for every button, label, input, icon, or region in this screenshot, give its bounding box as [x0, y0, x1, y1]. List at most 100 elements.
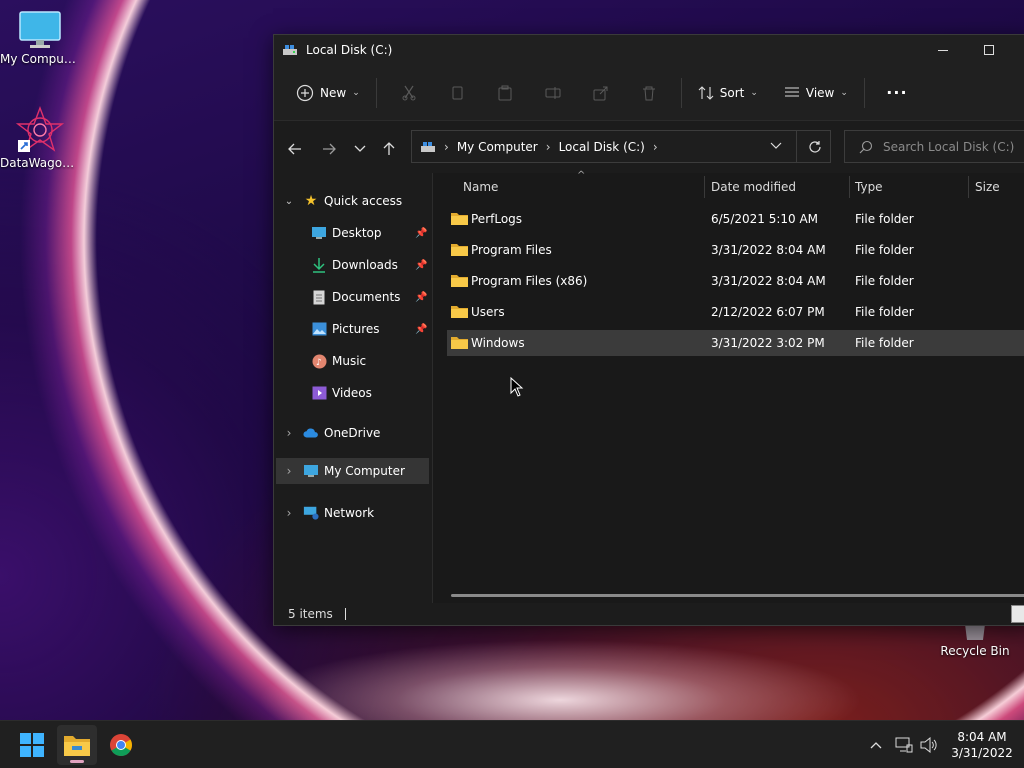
table-row-selected[interactable]: Windows 3/31/2022 3:02 PM File folder [447, 330, 1024, 356]
paste-button[interactable] [481, 75, 529, 111]
sidebar-item-network[interactable]: › Network [274, 500, 430, 526]
command-bar: New ⌄ Sort ⌄ View ⌄ ··· [274, 65, 1024, 121]
rename-icon [545, 86, 561, 99]
sidebar-item-music[interactable]: ♪ Music [274, 348, 430, 374]
delete-button[interactable] [625, 75, 673, 111]
breadcrumb-separator-icon: › [545, 139, 551, 154]
show-hidden-icons-button[interactable] [866, 731, 886, 759]
share-button[interactable] [577, 75, 625, 111]
sidebar-item-documents[interactable]: Documents 📌 [274, 284, 430, 310]
desktop-icon-label: My Computer [0, 52, 80, 66]
cut-button[interactable] [385, 75, 433, 111]
address-bar[interactable]: › My Computer › Local Disk (C:) › [411, 130, 831, 163]
file-list: ^ Name Date modified Type Size PerfLogs … [433, 170, 1024, 605]
recent-locations-button[interactable] [347, 137, 373, 161]
minimize-button[interactable] [920, 35, 966, 65]
more-options-button[interactable]: ··· [873, 75, 921, 111]
star-icon: ★ [304, 193, 318, 209]
chevron-down-icon [770, 142, 782, 149]
breadcrumb-local-disk[interactable]: Local Disk (C:) [559, 140, 645, 154]
arrow-right-icon [323, 143, 336, 155]
sidebar-item-quick-access[interactable]: ⌄ ★ Quick access [274, 188, 430, 214]
volume-icon [920, 737, 937, 753]
horizontal-scrollbar[interactable] [451, 594, 1024, 597]
address-history-button[interactable] [770, 139, 782, 153]
rename-button[interactable] [529, 75, 577, 111]
breadcrumb-my-computer[interactable]: My Computer [457, 140, 538, 154]
navigation-pane: ⌄ ★ Quick access Desktop 📌 Downloads 📌 D… [274, 173, 432, 605]
chevron-down-icon: ⌄ [284, 195, 294, 207]
sidebar-item-label: Downloads [332, 258, 398, 272]
file-date: 3/31/2022 8:04 AM [711, 243, 826, 257]
more-icon: ··· [886, 83, 908, 102]
sort-ascending-icon: ^ [577, 170, 586, 181]
taskbar-file-explorer[interactable] [57, 725, 97, 765]
sidebar-item-label: Pictures [332, 322, 380, 336]
desktop-icon-my-computer[interactable]: My Computer [0, 10, 80, 66]
details-view-toggle[interactable] [1011, 605, 1024, 623]
sort-button[interactable]: Sort ⌄ [690, 75, 766, 111]
arrow-left-icon [288, 143, 301, 155]
table-row[interactable]: Program Files (x86) 3/31/2022 8:04 AM Fi… [447, 268, 1024, 294]
sidebar-item-desktop[interactable]: Desktop 📌 [274, 220, 430, 246]
back-button[interactable] [282, 137, 308, 161]
table-row[interactable]: Program Files 3/31/2022 8:04 AM File fol… [447, 237, 1024, 263]
sidebar-item-videos[interactable]: Videos [274, 380, 430, 406]
column-header-size[interactable]: Size [975, 180, 1000, 194]
sidebar-item-my-computer[interactable]: › My Computer [276, 458, 429, 484]
desktop-icon-datawagon[interactable]: DataWagon... [0, 106, 80, 170]
pin-icon: 📌 [415, 227, 428, 239]
sidebar-item-downloads[interactable]: Downloads 📌 [274, 252, 430, 278]
paste-icon [498, 85, 512, 100]
column-header-date[interactable]: Date modified [711, 180, 796, 194]
file-name: Windows [471, 336, 525, 350]
file-name: PerfLogs [471, 212, 523, 226]
title-bar[interactable]: Local Disk (C:) [274, 35, 1024, 65]
new-button[interactable]: New ⌄ [288, 75, 368, 111]
folder-icon [451, 244, 468, 256]
pictures-icon [311, 321, 327, 337]
network-status-button[interactable] [893, 731, 915, 759]
chevron-down-icon: ⌄ [840, 87, 848, 98]
column-divider[interactable] [849, 176, 850, 198]
sidebar-item-label: Quick access [324, 194, 403, 208]
column-divider[interactable] [968, 176, 969, 198]
file-type: File folder [855, 274, 914, 288]
column-header-name[interactable]: Name [463, 180, 498, 194]
up-button[interactable] [376, 137, 402, 161]
file-explorer-window: Local Disk (C:) New ⌄ Sort ⌄ View ⌄ ··· … [273, 34, 1024, 626]
active-indicator [70, 760, 84, 763]
chevron-down-icon: ⌄ [352, 87, 360, 98]
maximize-button[interactable] [966, 35, 1012, 65]
desktop-icon [311, 225, 327, 241]
copy-button[interactable] [433, 75, 481, 111]
download-icon [311, 257, 327, 273]
refresh-button[interactable] [796, 131, 832, 162]
separator [863, 77, 865, 108]
forward-button[interactable] [316, 137, 342, 161]
search-box[interactable]: Search Local Disk (C:) [844, 130, 1024, 163]
sidebar-item-onedrive[interactable]: › OneDrive [274, 420, 430, 446]
column-header-type[interactable]: Type [855, 180, 883, 194]
cut-icon [402, 85, 416, 100]
view-label: View [805, 85, 835, 100]
refresh-icon [808, 140, 821, 153]
sidebar-item-label: Videos [332, 386, 372, 400]
file-date: 3/31/2022 8:04 AM [711, 274, 826, 288]
file-date: 3/31/2022 3:02 PM [711, 336, 825, 350]
search-placeholder: Search Local Disk (C:) [883, 139, 1015, 154]
copy-icon [452, 86, 463, 99]
sidebar-item-pictures[interactable]: Pictures 📌 [274, 316, 430, 342]
separator [680, 77, 682, 108]
table-row[interactable]: Users 2/12/2022 6:07 PM File folder [447, 299, 1024, 325]
start-button[interactable] [12, 725, 52, 765]
clock[interactable]: 8:04 AM 3/31/2022 [946, 729, 1018, 761]
sidebar-item-label: My Computer [324, 464, 405, 478]
view-button[interactable]: View ⌄ [776, 75, 856, 111]
drive-icon [421, 141, 435, 152]
taskbar-chrome[interactable] [101, 725, 141, 765]
desktop-icon-label: Recycle Bin [940, 644, 1010, 658]
column-divider[interactable] [704, 176, 705, 198]
volume-button[interactable] [918, 731, 940, 759]
table-row[interactable]: PerfLogs 6/5/2021 5:10 AM File folder [447, 206, 1024, 232]
